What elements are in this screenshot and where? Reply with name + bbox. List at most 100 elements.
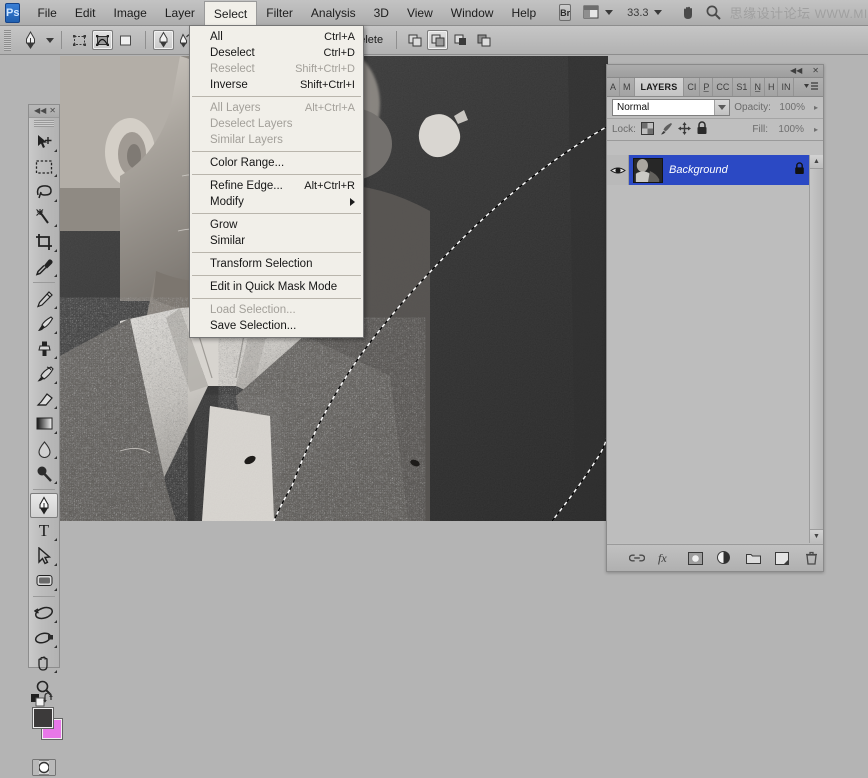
menu-item-modify[interactable]: Modify: [190, 194, 363, 210]
toolbox-close-button[interactable]: ✕: [49, 107, 56, 115]
screen-mode-icon[interactable]: [583, 5, 600, 20]
layers-scrollbar[interactable]: ▲ ▼: [809, 155, 823, 543]
menu-item-inverse[interactable]: Inverse Shift+Ctrl+I: [190, 77, 363, 93]
pen-tool[interactable]: [30, 493, 58, 518]
menu-item-save-selection[interactable]: Save Selection...: [190, 318, 363, 334]
rectangle-tool[interactable]: [29, 568, 59, 593]
menu-item-deselect[interactable]: Deselect Ctrl+D: [190, 45, 363, 61]
menu-item-color-range[interactable]: Color Range...: [190, 155, 363, 171]
hand-icon[interactable]: [680, 4, 697, 21]
foreground-color-swatch[interactable]: [33, 708, 53, 728]
quick-mask-icon[interactable]: [29, 756, 59, 778]
layers-collapse-button[interactable]: ◀◀: [790, 67, 802, 75]
subtract-from-path-button[interactable]: [427, 30, 448, 50]
crop-tool[interactable]: [29, 229, 59, 254]
tab-adjustments[interactable]: A: [607, 78, 620, 96]
menu-image[interactable]: Image: [105, 2, 156, 24]
menu-analysis[interactable]: Analysis: [302, 2, 365, 24]
eyedropper-tool[interactable]: [29, 254, 59, 279]
toolbox-collapse-button[interactable]: ◀◀: [34, 107, 46, 115]
tab-paths[interactable]: P̲: [700, 78, 713, 96]
intersect-path-button[interactable]: [450, 30, 471, 50]
tab-info[interactable]: IN: [778, 78, 794, 96]
menu-filter[interactable]: Filter: [257, 2, 302, 24]
launch-bridge-button[interactable]: Br: [559, 4, 571, 21]
scroll-down-arrow-icon[interactable]: ▼: [810, 529, 823, 543]
menu-3d[interactable]: 3D: [365, 2, 398, 24]
new-group-icon[interactable]: [745, 550, 761, 566]
menu-item-similar[interactable]: Similar: [190, 233, 363, 249]
lasso-tool[interactable]: [29, 179, 59, 204]
brush-tool[interactable]: [29, 311, 59, 336]
new-adjustment-layer-icon[interactable]: [716, 550, 732, 566]
menu-edit[interactable]: Edit: [66, 2, 105, 24]
3d-rotate-tool[interactable]: [29, 600, 59, 625]
tab-channels[interactable]: CI: [684, 78, 700, 96]
exclude-path-button[interactable]: [473, 30, 494, 50]
clone-stamp-tool[interactable]: [29, 336, 59, 361]
add-layer-mask-icon[interactable]: [687, 550, 703, 566]
options-bar-grip[interactable]: [4, 30, 11, 51]
menu-file[interactable]: File: [28, 2, 65, 24]
opacity-stepper-icon[interactable]: ▸: [814, 103, 818, 112]
table-row[interactable]: Background: [607, 155, 823, 185]
dodge-tool[interactable]: [29, 461, 59, 486]
lock-transparency-icon[interactable]: [641, 122, 654, 138]
paths-button[interactable]: [92, 30, 113, 50]
fill-input[interactable]: 100%: [773, 122, 807, 137]
screen-mode-caret-icon[interactable]: [605, 10, 613, 15]
tool-preset-caret-icon[interactable]: [46, 38, 54, 43]
pen-tool-icon[interactable]: [19, 30, 41, 50]
hand-tool[interactable]: [29, 650, 59, 675]
menu-item-edit-in-quick-mask-mode[interactable]: Edit in Quick Mask Mode: [190, 279, 363, 295]
panel-menu-icon[interactable]: [799, 78, 823, 96]
menu-view[interactable]: View: [398, 2, 442, 24]
menu-select[interactable]: Select: [204, 1, 257, 27]
eye-icon[interactable]: [607, 155, 629, 185]
magic-wand-tool[interactable]: [29, 204, 59, 229]
blend-mode-select[interactable]: Normal: [612, 99, 730, 116]
tab-masks[interactable]: M: [620, 78, 635, 96]
menu-layer[interactable]: Layer: [156, 2, 204, 24]
lock-image-icon[interactable]: [659, 122, 673, 138]
menu-item-grow[interactable]: Grow: [190, 217, 363, 233]
gradient-tool[interactable]: [29, 411, 59, 436]
scroll-up-arrow-icon[interactable]: ▲: [810, 155, 823, 169]
lock-all-icon[interactable]: [696, 121, 708, 138]
3d-orbit-tool[interactable]: [29, 625, 59, 650]
menu-item-refine-edge[interactable]: Refine Edge... Alt+Ctrl+R: [190, 178, 363, 194]
tab-swatches[interactable]: S1: [733, 78, 751, 96]
menu-help[interactable]: Help: [502, 2, 545, 24]
magnifier-icon[interactable]: [705, 4, 722, 21]
move-tool[interactable]: [29, 129, 59, 154]
rectangular-marquee-tool[interactable]: [29, 154, 59, 179]
fill-stepper-icon[interactable]: ▸: [814, 125, 818, 134]
pen-mode-button[interactable]: [153, 30, 174, 50]
chevron-down-icon[interactable]: [714, 100, 729, 115]
menu-item-all[interactable]: All Ctrl+A: [190, 29, 363, 45]
link-layers-icon[interactable]: [629, 550, 645, 566]
tab-histogram[interactable]: H: [765, 78, 779, 96]
layer-name[interactable]: Background: [669, 164, 794, 176]
path-selection-tool[interactable]: [29, 543, 59, 568]
fill-pixels-button[interactable]: [115, 30, 136, 50]
healing-brush-tool[interactable]: [29, 286, 59, 311]
eraser-tool[interactable]: [29, 386, 59, 411]
history-brush-tool[interactable]: [29, 361, 59, 386]
toolbox-grip[interactable]: [34, 120, 54, 127]
menu-item-transform-selection[interactable]: Transform Selection: [190, 256, 363, 272]
zoom-caret-icon[interactable]: [654, 10, 662, 15]
tab-color[interactable]: CC: [713, 78, 733, 96]
blur-tool[interactable]: [29, 436, 59, 461]
menu-window[interactable]: Window: [442, 2, 503, 24]
new-layer-icon[interactable]: [774, 550, 790, 566]
layer-style-fx-icon[interactable]: fx: [658, 550, 674, 566]
shape-layers-button[interactable]: [69, 30, 90, 50]
opacity-input[interactable]: 100%: [775, 100, 808, 115]
lock-position-icon[interactable]: [678, 122, 691, 138]
type-tool[interactable]: T: [29, 518, 59, 543]
tab-layers[interactable]: LAYERS: [635, 78, 685, 96]
delete-layer-icon[interactable]: [803, 550, 819, 566]
layers-close-button[interactable]: ✕: [812, 67, 819, 75]
swap-colors-icon[interactable]: [43, 693, 56, 708]
